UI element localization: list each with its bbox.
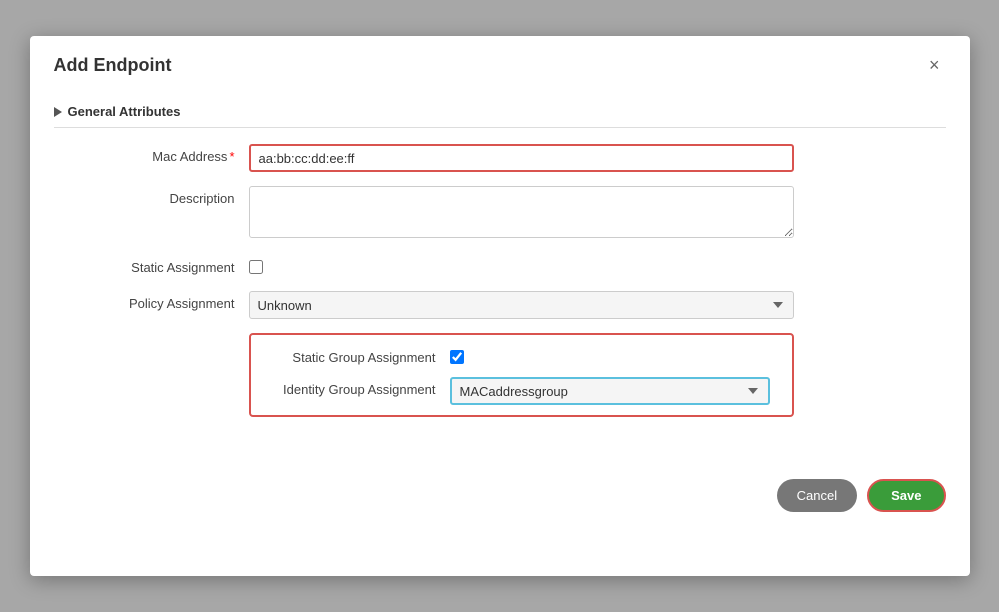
mac-address-field bbox=[249, 144, 946, 172]
identity-group-select[interactable]: MACaddressgroup Default Other bbox=[450, 377, 770, 405]
static-group-field bbox=[450, 345, 464, 367]
modal-overlay: Add Endpoint × General Attributes Mac Ad… bbox=[0, 0, 999, 612]
static-group-checkbox[interactable] bbox=[450, 350, 464, 364]
static-group-row: Static Group Assignment bbox=[265, 345, 778, 367]
grouped-section: Static Group Assignment Identity Group A… bbox=[249, 333, 794, 417]
modal-footer: Cancel Save bbox=[30, 465, 970, 532]
policy-assignment-row: Policy Assignment Unknown Default Custom bbox=[54, 291, 946, 319]
close-button[interactable]: × bbox=[923, 54, 946, 76]
static-assignment-field bbox=[249, 255, 946, 277]
static-assignment-checkbox[interactable] bbox=[249, 260, 263, 274]
cancel-button[interactable]: Cancel bbox=[777, 479, 857, 512]
description-row: Description bbox=[54, 186, 946, 241]
mac-address-label: Mac Address* bbox=[54, 144, 249, 164]
description-input[interactable] bbox=[249, 186, 794, 238]
identity-group-label: Identity Group Assignment bbox=[265, 377, 450, 397]
description-label: Description bbox=[54, 186, 249, 206]
identity-group-field: MACaddressgroup Default Other bbox=[450, 377, 770, 405]
modal-header: Add Endpoint × bbox=[30, 36, 970, 86]
policy-assignment-field: Unknown Default Custom bbox=[249, 291, 946, 319]
section-title: General Attributes bbox=[68, 104, 181, 119]
description-field bbox=[249, 186, 946, 241]
static-assignment-label: Static Assignment bbox=[54, 255, 249, 275]
mac-address-input[interactable] bbox=[249, 144, 794, 172]
section-header: General Attributes bbox=[54, 96, 946, 128]
static-group-label: Static Group Assignment bbox=[265, 345, 450, 365]
required-star: * bbox=[229, 149, 234, 164]
modal-body: General Attributes Mac Address* Descript… bbox=[30, 86, 970, 465]
modal-dialog: Add Endpoint × General Attributes Mac Ad… bbox=[30, 36, 970, 576]
static-assignment-row: Static Assignment bbox=[54, 255, 946, 277]
policy-assignment-select[interactable]: Unknown Default Custom bbox=[249, 291, 794, 319]
identity-group-row: Identity Group Assignment MACaddressgrou… bbox=[265, 377, 778, 405]
modal-title: Add Endpoint bbox=[54, 55, 172, 76]
policy-assignment-label: Policy Assignment bbox=[54, 291, 249, 311]
save-button[interactable]: Save bbox=[867, 479, 945, 512]
collapse-icon bbox=[54, 107, 62, 117]
mac-address-row: Mac Address* bbox=[54, 144, 946, 172]
